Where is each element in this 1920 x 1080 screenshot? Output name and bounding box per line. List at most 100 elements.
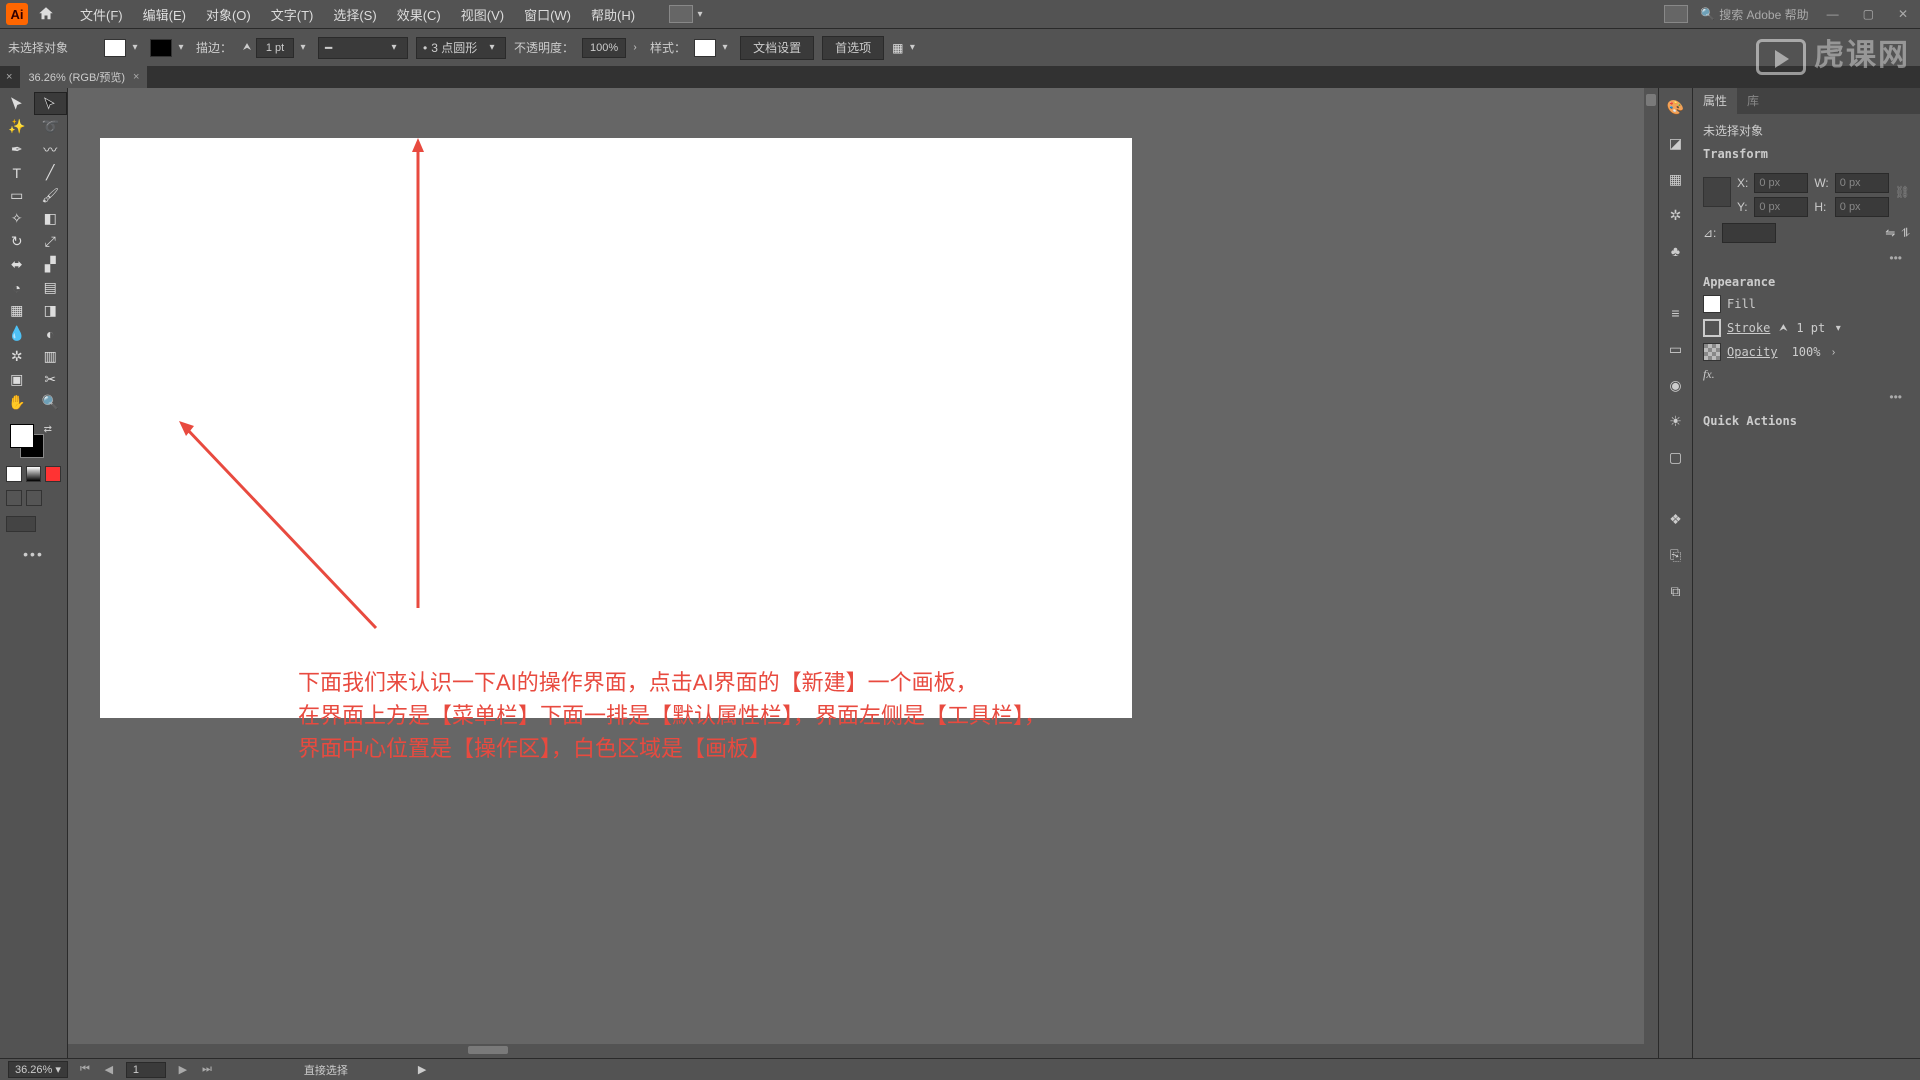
brushes-panel-icon[interactable]: ✲ — [1665, 204, 1687, 226]
draw-behind-icon[interactable] — [26, 466, 42, 482]
lasso-tool[interactable]: ➰ — [34, 115, 68, 138]
chevron-down-icon[interactable]: ▾ — [693, 7, 707, 21]
artboard-number-input[interactable]: 1 — [126, 1062, 166, 1078]
brush-select[interactable]: •3 点圆形▾ — [416, 37, 506, 59]
appearance-panel-icon[interactable]: ☀ — [1665, 410, 1687, 432]
slice-tool[interactable]: ✂ — [34, 368, 68, 391]
opacity-input[interactable]: › — [582, 38, 642, 58]
tab-library[interactable]: 库 — [1737, 88, 1769, 114]
curvature-tool[interactable]: 〰 — [34, 138, 68, 161]
transform-h-input[interactable] — [1835, 197, 1889, 217]
status-expand-icon[interactable]: ▶ — [418, 1063, 426, 1076]
symbol-sprayer-tool[interactable]: ✲ — [0, 345, 34, 368]
eraser-tool[interactable]: ◧ — [34, 207, 68, 230]
free-transform-tool[interactable]: ▞ — [34, 253, 68, 276]
scale-tool[interactable]: ⤢ — [34, 230, 68, 253]
tab-prev-close[interactable]: × — [6, 71, 12, 83]
menu-object[interactable]: 对象(O) — [196, 5, 261, 24]
magic-wand-tool[interactable]: ✨ — [0, 115, 34, 138]
zoom-tool[interactable]: 🔍 — [34, 391, 68, 414]
minimize-icon[interactable]: — — [1821, 7, 1845, 21]
menu-window[interactable]: 窗口(W) — [514, 5, 581, 24]
color-panel-icon[interactable]: 🎨 — [1665, 96, 1687, 118]
blend-tool[interactable]: ◐ — [34, 322, 68, 345]
tab-properties[interactable]: 属性 — [1693, 88, 1737, 114]
selection-tool[interactable] — [0, 92, 34, 115]
transform-y-input[interactable] — [1754, 197, 1808, 217]
fill-swatch[interactable]: ▾ — [104, 39, 142, 57]
fx-label[interactable]: fx. — [1703, 367, 1715, 382]
menu-file[interactable]: 文件(F) — [70, 5, 133, 24]
transparency-panel-icon[interactable]: ◉ — [1665, 374, 1687, 396]
canvas[interactable]: 下面我们来认识一下AI的操作界面，点击AI界面的【新建】一个画板， 在界面上方是… — [68, 88, 1658, 1058]
stroke-stepper-icon[interactable]: ⮝ — [1776, 321, 1790, 335]
perspective-tool[interactable]: ▤ — [34, 276, 68, 299]
asset-export-panel-icon[interactable]: ⎘ — [1665, 544, 1687, 566]
chevron-down-icon[interactable]: ▾ — [1831, 321, 1845, 335]
draw-normal-icon[interactable] — [6, 466, 22, 482]
shaper-tool[interactable]: ✧ — [0, 207, 34, 230]
close-icon[interactable]: ✕ — [1892, 7, 1914, 21]
swap-colors-icon[interactable]: ⇄ — [44, 424, 52, 435]
transform-x-input[interactable] — [1754, 173, 1808, 193]
menu-select[interactable]: 选择(S) — [323, 5, 386, 24]
color-guide-panel-icon[interactable]: ◪ — [1665, 132, 1687, 154]
direct-selection-tool[interactable] — [34, 92, 68, 115]
vertical-scrollbar[interactable] — [1644, 88, 1658, 1058]
fill-stroke-swatch[interactable]: ⇄ — [10, 424, 44, 458]
fill-color-swatch[interactable] — [1703, 295, 1721, 313]
stroke-panel-icon[interactable]: ≡ — [1665, 302, 1687, 324]
menu-effect[interactable]: 效果(C) — [387, 5, 451, 24]
document-tab[interactable]: 36.26% (RGB/预览) × — [20, 66, 147, 88]
rectangle-tool[interactable]: ▭ — [0, 184, 34, 207]
workspace-switcher[interactable] — [669, 5, 693, 23]
reference-point-icon[interactable] — [1703, 177, 1731, 207]
symbols-panel-icon[interactable]: ♣ — [1665, 240, 1687, 262]
artboard[interactable]: 下面我们来认识一下AI的操作界面，点击AI界面的【新建】一个画板， 在界面上方是… — [100, 138, 1132, 718]
edit-toolbar-icon[interactable]: ••• — [6, 546, 61, 562]
arrange-documents-icon[interactable] — [1664, 5, 1688, 23]
menu-edit[interactable]: 编辑(E) — [133, 5, 196, 24]
opacity-swatch[interactable] — [1703, 343, 1721, 361]
last-artboard-icon[interactable]: ⏭ — [200, 1063, 214, 1076]
transform-more-icon[interactable]: ••• — [1703, 249, 1910, 267]
change-screen-mode[interactable] — [6, 516, 36, 532]
stroke-swatch[interactable]: ▾ — [150, 39, 188, 57]
draw-inside-icon[interactable] — [45, 466, 61, 482]
home-icon[interactable] — [36, 4, 56, 24]
transform-w-input[interactable] — [1835, 173, 1889, 193]
screen-mode-icon[interactable] — [6, 490, 22, 506]
maximize-icon[interactable]: ▢ — [1857, 7, 1880, 21]
menu-type[interactable]: 文字(T) — [261, 5, 324, 24]
flip-h-icon[interactable]: ⇋ — [1885, 226, 1895, 240]
next-artboard-icon[interactable]: ▶ — [176, 1063, 190, 1076]
gradient-panel-icon[interactable]: ▭ — [1665, 338, 1687, 360]
flip-v-icon[interactable]: ⥮ — [1901, 226, 1910, 241]
first-artboard-icon[interactable]: ⏮ — [78, 1063, 92, 1076]
search-input[interactable]: 🔍 搜索 Adobe 帮助 — [1700, 6, 1808, 23]
column-graph-tool[interactable]: ▥ — [34, 345, 68, 368]
appearance-more-icon[interactable]: ••• — [1703, 388, 1910, 406]
prev-artboard-icon[interactable]: ◀ — [102, 1063, 116, 1076]
pen-tool[interactable]: ✒ — [0, 138, 34, 161]
hand-tool[interactable]: ✋ — [0, 391, 34, 414]
opacity-expand-icon[interactable]: › — [1826, 345, 1840, 359]
link-wh-icon[interactable]: ⛓ — [1895, 185, 1910, 199]
shape-builder-tool[interactable]: ◔ — [0, 276, 34, 299]
menu-view[interactable]: 视图(V) — [451, 5, 514, 24]
mesh-tool[interactable]: ▦ — [0, 299, 34, 322]
artboard-tool[interactable]: ▣ — [0, 368, 34, 391]
horizontal-scrollbar[interactable] — [68, 1044, 1658, 1058]
gradient-tool[interactable]: ◨ — [34, 299, 68, 322]
type-tool[interactable]: T — [0, 161, 34, 184]
screen-mode-2-icon[interactable] — [26, 490, 42, 506]
foreground-color[interactable] — [10, 424, 34, 448]
rotate-tool[interactable]: ↻ — [0, 230, 34, 253]
tab-close-icon[interactable]: × — [133, 71, 139, 83]
layers-panel-icon[interactable]: ❖ — [1665, 508, 1687, 530]
menu-help[interactable]: 帮助(H) — [581, 5, 645, 24]
document-setup-button[interactable]: 文档设置 — [740, 36, 814, 60]
variable-width-profile[interactable]: ━▾ — [318, 37, 408, 59]
stroke-color-swatch[interactable] — [1703, 319, 1721, 337]
graphic-styles-panel-icon[interactable]: ▢ — [1665, 446, 1687, 468]
